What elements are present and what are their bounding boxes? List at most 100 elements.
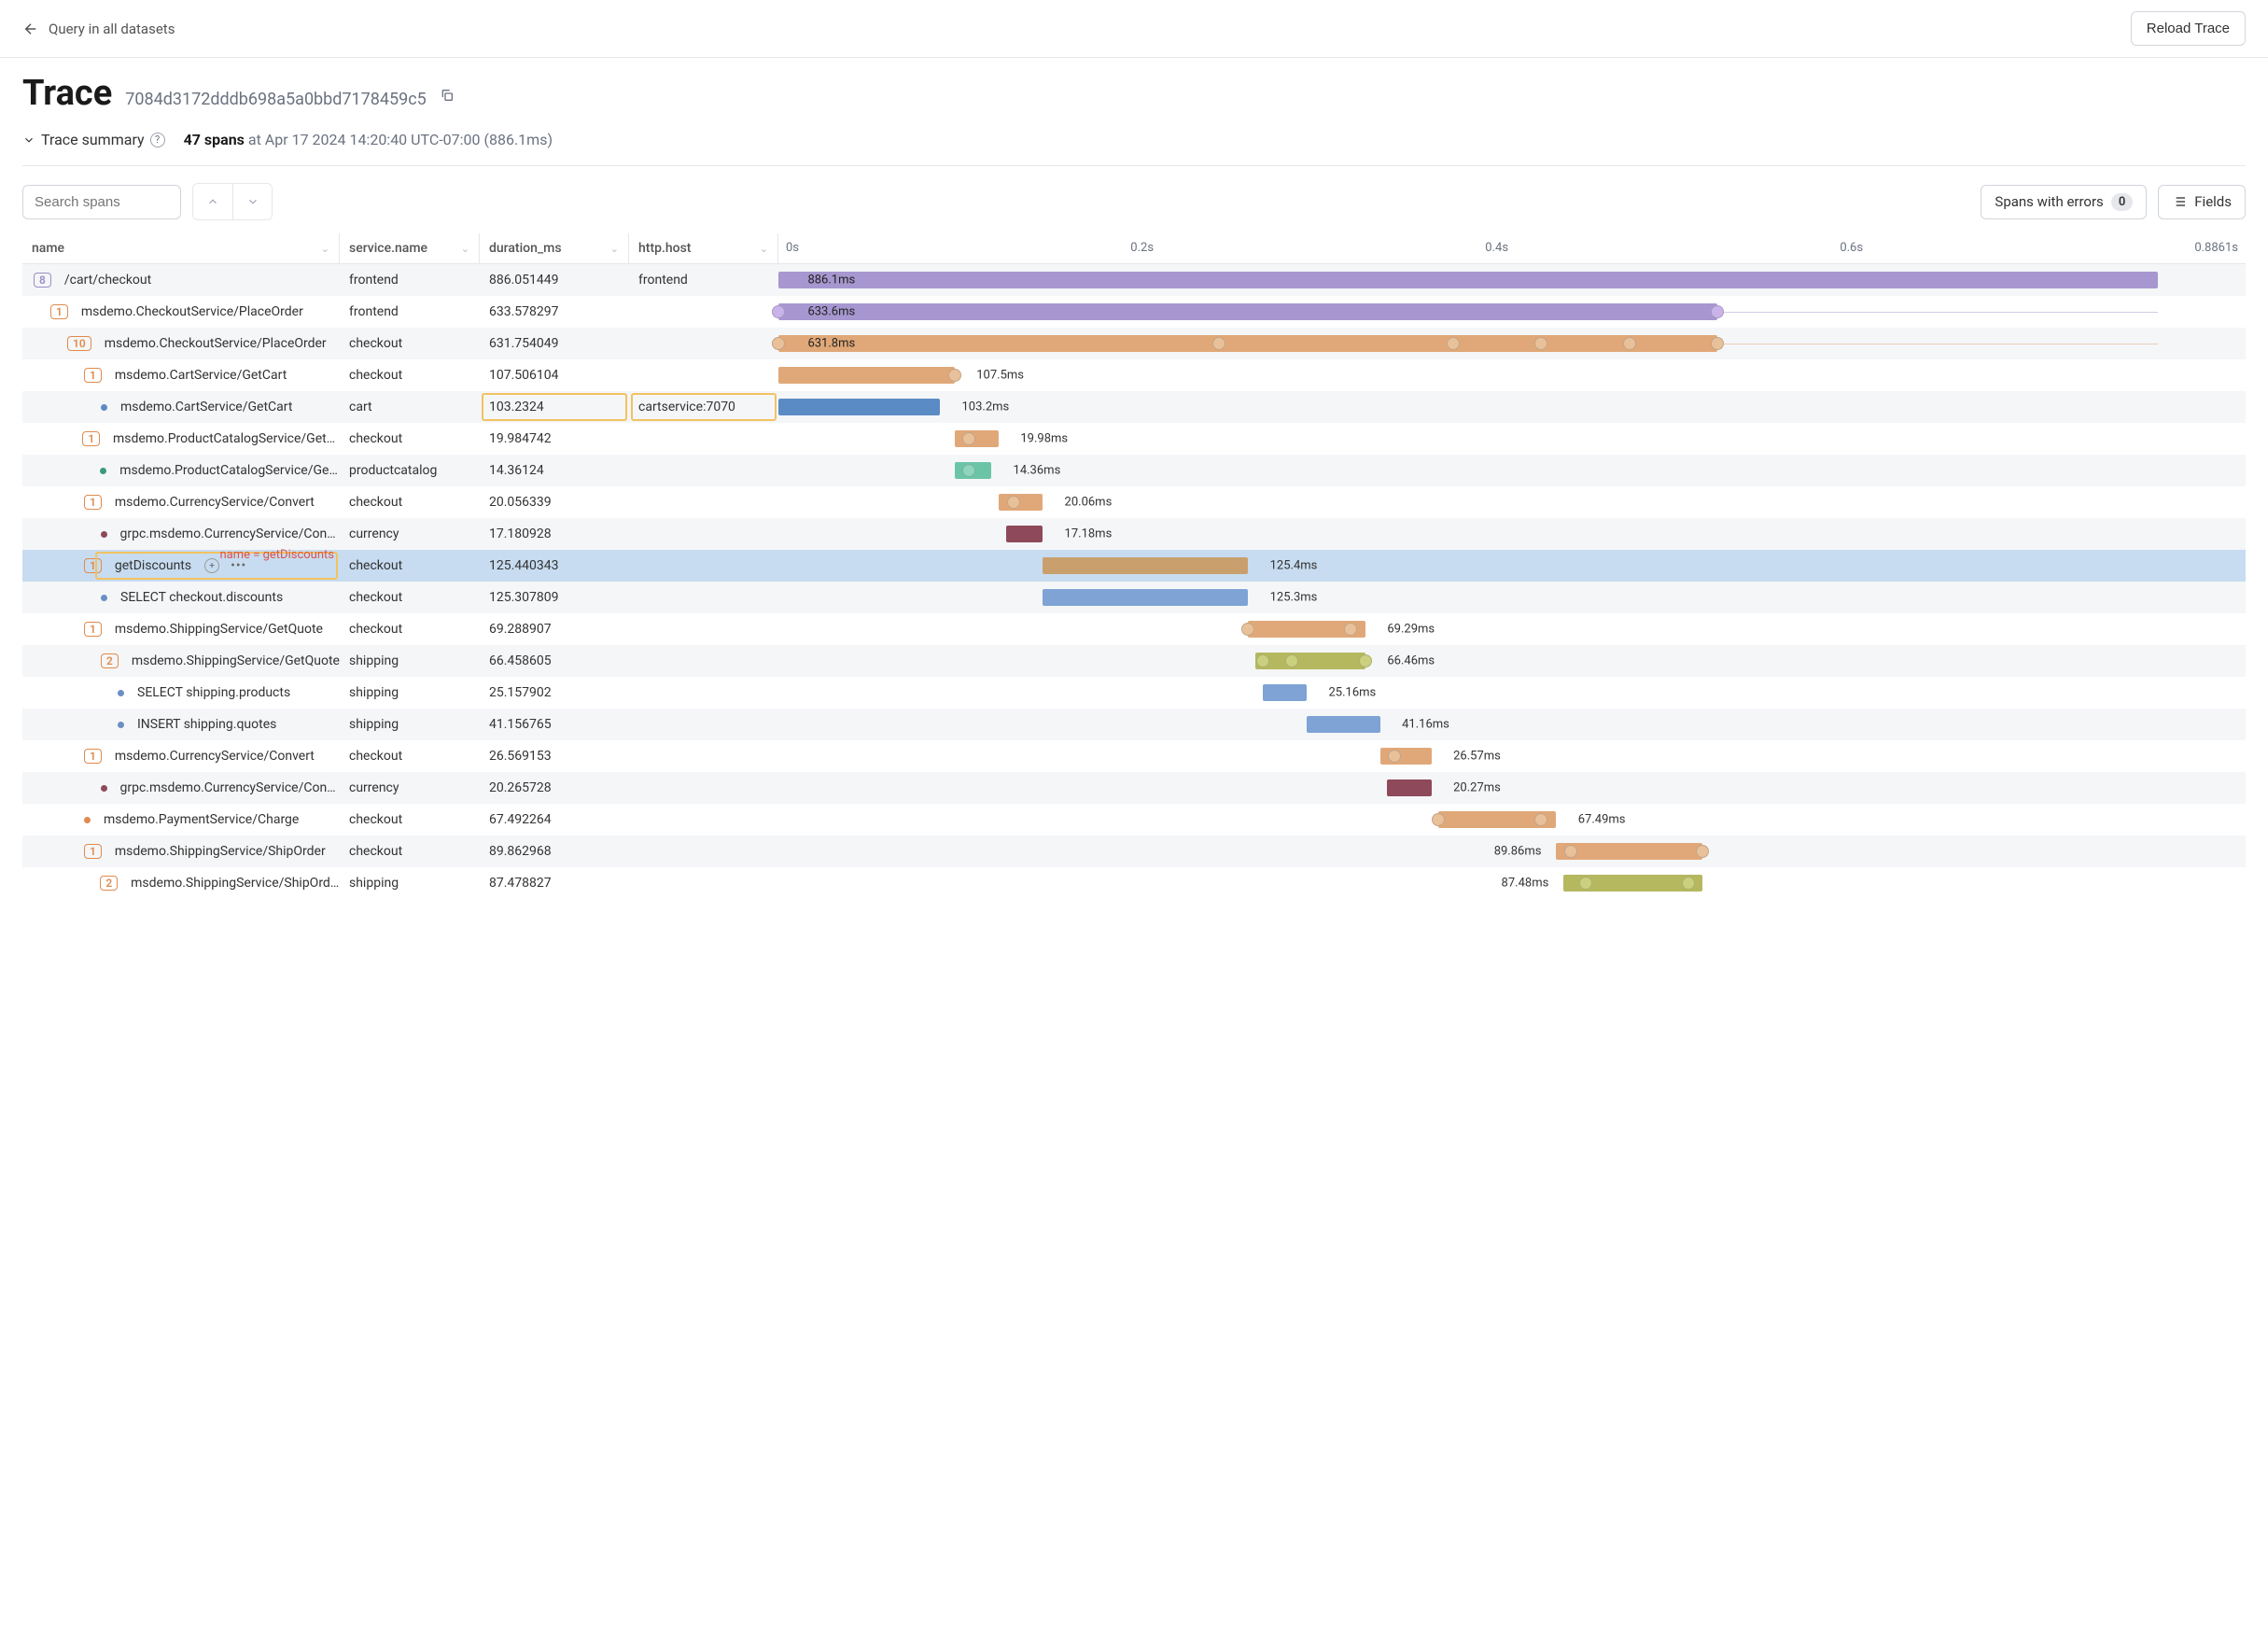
timeline-cell: 19.98ms xyxy=(778,423,2246,455)
span-row[interactable]: grpc.msdemo.CurrencyService/Conv…currenc… xyxy=(22,772,2246,804)
span-event-marker xyxy=(772,305,785,318)
span-bar[interactable] xyxy=(778,335,1717,352)
bar-duration-label: 69.29ms xyxy=(1387,623,1435,637)
span-bar[interactable] xyxy=(1043,589,1248,606)
span-row[interactable]: 1 msdemo.ShippingService/ShipOrder checkou… xyxy=(22,836,2246,867)
span-event-marker xyxy=(1285,654,1298,667)
table-header: name⌄ service.name⌄ duration_ms⌄ http.ho… xyxy=(22,233,2246,264)
child-count-badge[interactable]: 1 xyxy=(84,622,102,637)
span-row[interactable]: 2msdemo.ShippingService/ShipOrdershippin… xyxy=(22,867,2246,899)
span-row[interactable]: 1getDiscounts+•••name = getDiscountschec… xyxy=(22,550,2246,582)
span-bullet xyxy=(101,531,107,538)
span-bar[interactable] xyxy=(1043,557,1248,574)
fields-label: Fields xyxy=(2194,193,2232,210)
bar-duration-label: 125.3ms xyxy=(1270,591,1318,605)
duration-cell: 886.051449 xyxy=(480,264,629,296)
span-row[interactable]: SELECT checkout.discountscheckout125.307… xyxy=(22,582,2246,613)
span-name-label: msdemo.CartService/GetCart xyxy=(115,368,287,383)
child-count-badge[interactable]: 8 xyxy=(34,273,51,288)
child-count-badge[interactable]: 1 xyxy=(84,844,102,859)
bar-duration-label: 20.06ms xyxy=(1065,496,1113,510)
copy-icon[interactable] xyxy=(440,88,455,106)
trace-summary-toggle[interactable]: Trace summary ? xyxy=(22,131,165,148)
spans-with-errors-button[interactable]: Spans with errors 0 xyxy=(1981,185,2147,219)
span-bar[interactable] xyxy=(1387,779,1431,796)
span-name-label: /cart/checkout xyxy=(64,273,151,288)
bar-duration-label: 20.27ms xyxy=(1453,781,1501,795)
child-count-badge[interactable]: 1 xyxy=(84,368,102,383)
span-name-label: msdemo.ShippingService/ShipOrder xyxy=(115,844,326,859)
back-link[interactable]: Query in all datasets xyxy=(22,21,175,37)
bar-duration-label: 19.98ms xyxy=(1020,432,1068,446)
fields-button[interactable]: Fields xyxy=(2158,185,2246,219)
span-event-marker xyxy=(962,464,975,477)
service-cell: checkout xyxy=(340,836,480,867)
span-row[interactable]: msdemo.PaymentService/Chargecheckout67.4… xyxy=(22,804,2246,836)
reload-trace-button[interactable]: Reload Trace xyxy=(2131,11,2246,46)
col-host[interactable]: http.host⌄ xyxy=(629,233,778,263)
expand-icon[interactable]: + xyxy=(204,558,219,573)
span-bar[interactable] xyxy=(778,367,955,384)
col-service[interactable]: service.name⌄ xyxy=(340,233,480,263)
child-count-badge[interactable]: 1 xyxy=(84,558,102,573)
span-bar[interactable] xyxy=(1556,843,1702,860)
duration-cell: 66.458605 xyxy=(480,645,629,677)
span-row[interactable]: 1msdemo.CheckoutService/PlaceOrderfronte… xyxy=(22,296,2246,328)
span-row[interactable]: 8/cart/checkoutfrontend886.051449fronten… xyxy=(22,264,2246,296)
errors-count-badge: 0 xyxy=(2111,193,2133,211)
bar-duration-label: 26.57ms xyxy=(1453,750,1501,764)
child-count-badge[interactable]: 1 xyxy=(84,495,102,510)
span-row[interactable]: 1msdemo.CurrencyService/Convertcheckout2… xyxy=(22,740,2246,772)
child-count-badge[interactable]: 10 xyxy=(67,336,91,351)
duration-cell: 107.506104 xyxy=(480,359,629,391)
prev-span-button[interactable] xyxy=(193,184,232,219)
duration-cell: 20.056339 xyxy=(480,486,629,518)
span-row[interactable]: 10msdemo.CheckoutService/PlaceOrdercheck… xyxy=(22,328,2246,359)
span-bullet xyxy=(118,690,124,696)
span-bar[interactable] xyxy=(999,494,1043,511)
span-bullet xyxy=(118,722,124,728)
span-row[interactable]: SELECT shipping.productsshipping25.15790… xyxy=(22,677,2246,709)
child-count-badge[interactable]: 1 xyxy=(50,304,68,319)
span-row[interactable]: INSERT shipping.quotesshipping41.1567654… xyxy=(22,709,2246,740)
span-bar[interactable] xyxy=(1263,684,1307,701)
timeline-cell: 886.1ms xyxy=(778,264,2246,296)
service-cell: shipping xyxy=(340,709,480,740)
span-bar[interactable] xyxy=(1255,653,1365,669)
span-row[interactable]: 1msdemo.CartService/GetCartcheckout107.5… xyxy=(22,359,2246,391)
timeline-cell: 87.48ms xyxy=(778,867,2246,899)
span-bar[interactable] xyxy=(1307,716,1380,733)
host-cell xyxy=(629,677,778,709)
span-row[interactable]: 1msdemo.ShippingService/GetQuotecheckout… xyxy=(22,613,2246,645)
service-cell: shipping xyxy=(340,677,480,709)
service-cell: productcatalog xyxy=(340,455,480,486)
help-icon[interactable]: ? xyxy=(150,133,165,147)
duration-cell: 17.180928 xyxy=(480,518,629,550)
col-name[interactable]: name⌄ xyxy=(22,233,340,263)
duration-cell: 14.36124 xyxy=(480,455,629,486)
span-row[interactable]: 1msdemo.CurrencyService/Convertcheckout2… xyxy=(22,486,2246,518)
span-bar[interactable] xyxy=(955,430,999,447)
child-count-badge[interactable]: 1 xyxy=(84,749,102,764)
span-name-label: msdemo.CheckoutService/PlaceOrder xyxy=(81,304,303,319)
child-count-badge[interactable]: 2 xyxy=(101,653,119,668)
service-cell: checkout xyxy=(340,582,480,613)
span-bar[interactable] xyxy=(778,272,2158,288)
span-bar[interactable] xyxy=(778,303,1717,320)
span-row[interactable]: msdemo.ProductCatalogService/Get…product… xyxy=(22,455,2246,486)
span-row[interactable]: msdemo.CartService/GetCartcart103.2324an… xyxy=(22,391,2246,423)
col-duration[interactable]: duration_ms⌄ xyxy=(480,233,629,263)
span-row[interactable]: 1msdemo.ProductCatalogService/GetPr…chec… xyxy=(22,423,2246,455)
timeline-cell: 17.18ms xyxy=(778,518,2246,550)
more-icon[interactable]: ••• xyxy=(231,558,246,573)
bar-duration-label: 41.16ms xyxy=(1402,718,1449,732)
span-bar[interactable] xyxy=(778,399,940,415)
span-bar[interactable] xyxy=(1006,526,1043,542)
next-span-button[interactable] xyxy=(232,184,272,219)
timeline-cell: 20.27ms xyxy=(778,772,2246,804)
child-count-badge[interactable]: 2 xyxy=(100,876,118,891)
search-spans-input[interactable] xyxy=(22,185,181,219)
child-count-badge[interactable]: 1 xyxy=(82,431,100,446)
span-row[interactable]: grpc.msdemo.CurrencyService/Conv…currenc… xyxy=(22,518,2246,550)
span-row[interactable]: 2msdemo.ShippingService/GetQuoteshipping… xyxy=(22,645,2246,677)
